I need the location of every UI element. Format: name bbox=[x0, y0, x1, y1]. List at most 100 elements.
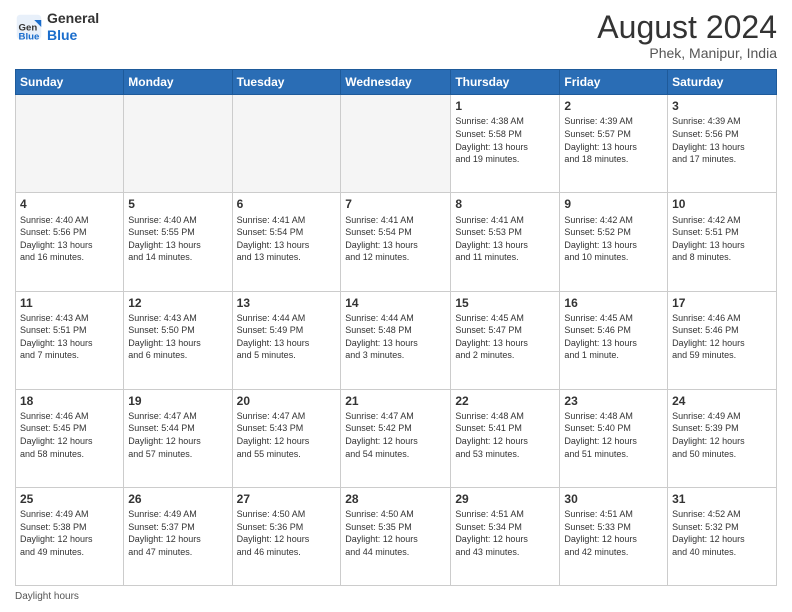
calendar-cell: 9 Sunrise: 4:42 AM Sunset: 5:52 PM Daylig… bbox=[560, 193, 668, 291]
day-info: Sunrise: 4:48 AM Sunset: 5:41 PM Dayligh… bbox=[455, 410, 555, 460]
logo-general: General bbox=[47, 10, 99, 27]
day-number: 10 bbox=[672, 196, 772, 212]
day-number: 26 bbox=[128, 491, 227, 507]
day-info: Sunrise: 4:41 AM Sunset: 5:54 PM Dayligh… bbox=[237, 214, 337, 264]
calendar-cell bbox=[341, 95, 451, 193]
day-number: 1 bbox=[455, 98, 555, 114]
day-number: 9 bbox=[564, 196, 663, 212]
footer: Daylight hours bbox=[15, 591, 777, 602]
day-info: Sunrise: 4:43 AM Sunset: 5:51 PM Dayligh… bbox=[20, 312, 119, 362]
day-info: Sunrise: 4:41 AM Sunset: 5:53 PM Dayligh… bbox=[455, 214, 555, 264]
calendar-week-row: 1Sunrise: 4:38 AM Sunset: 5:58 PM Daylig… bbox=[16, 95, 777, 193]
calendar-cell: 11Sunrise: 4:43 AM Sunset: 5:51 PM Dayli… bbox=[16, 291, 124, 389]
calendar-cell: 23Sunrise: 4:48 AM Sunset: 5:40 PM Dayli… bbox=[560, 389, 668, 487]
day-info: Sunrise: 4:45 AM Sunset: 5:47 PM Dayligh… bbox=[455, 312, 555, 362]
calendar-cell bbox=[16, 95, 124, 193]
day-info: Sunrise: 4:49 AM Sunset: 5:37 PM Dayligh… bbox=[128, 508, 227, 558]
calendar-cell: 28Sunrise: 4:50 AM Sunset: 5:35 PM Dayli… bbox=[341, 487, 451, 585]
day-number: 15 bbox=[455, 295, 555, 311]
day-number: 17 bbox=[672, 295, 772, 311]
day-info: Sunrise: 4:42 AM Sunset: 5:52 PM Dayligh… bbox=[564, 214, 663, 264]
calendar-cell: 20Sunrise: 4:47 AM Sunset: 5:43 PM Dayli… bbox=[232, 389, 341, 487]
calendar-week-row: 18Sunrise: 4:46 AM Sunset: 5:45 PM Dayli… bbox=[16, 389, 777, 487]
calendar-cell: 25Sunrise: 4:49 AM Sunset: 5:38 PM Dayli… bbox=[16, 487, 124, 585]
title-block: August 2024 Phek, Manipur, India bbox=[597, 10, 777, 61]
day-info: Sunrise: 4:40 AM Sunset: 5:55 PM Dayligh… bbox=[128, 214, 227, 264]
day-info: Sunrise: 4:49 AM Sunset: 5:38 PM Dayligh… bbox=[20, 508, 119, 558]
calendar-cell: 17Sunrise: 4:46 AM Sunset: 5:46 PM Dayli… bbox=[668, 291, 777, 389]
weekday-header: Friday bbox=[560, 70, 668, 95]
day-number: 19 bbox=[128, 393, 227, 409]
header: Gen Blue General Blue August 2024 Phek, … bbox=[15, 10, 777, 61]
calendar-cell: 16Sunrise: 4:45 AM Sunset: 5:46 PM Dayli… bbox=[560, 291, 668, 389]
day-info: Sunrise: 4:44 AM Sunset: 5:49 PM Dayligh… bbox=[237, 312, 337, 362]
day-info: Sunrise: 4:46 AM Sunset: 5:45 PM Dayligh… bbox=[20, 410, 119, 460]
calendar-table: SundayMondayTuesdayWednesdayThursdayFrid… bbox=[15, 69, 777, 586]
day-number: 2 bbox=[564, 98, 663, 114]
month-year: August 2024 bbox=[597, 10, 777, 45]
calendar-cell: 21Sunrise: 4:47 AM Sunset: 5:42 PM Dayli… bbox=[341, 389, 451, 487]
day-info: Sunrise: 4:44 AM Sunset: 5:48 PM Dayligh… bbox=[345, 312, 446, 362]
calendar-cell: 29Sunrise: 4:51 AM Sunset: 5:34 PM Dayli… bbox=[451, 487, 560, 585]
calendar-cell: 26Sunrise: 4:49 AM Sunset: 5:37 PM Dayli… bbox=[124, 487, 232, 585]
calendar-week-row: 25Sunrise: 4:49 AM Sunset: 5:38 PM Dayli… bbox=[16, 487, 777, 585]
day-info: Sunrise: 4:42 AM Sunset: 5:51 PM Dayligh… bbox=[672, 214, 772, 264]
day-number: 6 bbox=[237, 196, 337, 212]
day-number: 25 bbox=[20, 491, 119, 507]
day-number: 13 bbox=[237, 295, 337, 311]
calendar-cell: 4Sunrise: 4:40 AM Sunset: 5:56 PM Daylig… bbox=[16, 193, 124, 291]
calendar-cell: 15Sunrise: 4:45 AM Sunset: 5:47 PM Dayli… bbox=[451, 291, 560, 389]
calendar-cell: 3Sunrise: 4:39 AM Sunset: 5:56 PM Daylig… bbox=[668, 95, 777, 193]
day-number: 24 bbox=[672, 393, 772, 409]
weekday-header: Wednesday bbox=[341, 70, 451, 95]
day-info: Sunrise: 4:52 AM Sunset: 5:32 PM Dayligh… bbox=[672, 508, 772, 558]
day-number: 30 bbox=[564, 491, 663, 507]
day-number: 21 bbox=[345, 393, 446, 409]
calendar-cell: 13Sunrise: 4:44 AM Sunset: 5:49 PM Dayli… bbox=[232, 291, 341, 389]
day-number: 18 bbox=[20, 393, 119, 409]
day-number: 3 bbox=[672, 98, 772, 114]
weekday-header: Sunday bbox=[16, 70, 124, 95]
day-info: Sunrise: 4:47 AM Sunset: 5:43 PM Dayligh… bbox=[237, 410, 337, 460]
day-number: 31 bbox=[672, 491, 772, 507]
calendar-week-row: 4Sunrise: 4:40 AM Sunset: 5:56 PM Daylig… bbox=[16, 193, 777, 291]
weekday-header: Saturday bbox=[668, 70, 777, 95]
day-info: Sunrise: 4:49 AM Sunset: 5:39 PM Dayligh… bbox=[672, 410, 772, 460]
day-number: 20 bbox=[237, 393, 337, 409]
logo-blue: Blue bbox=[47, 27, 99, 44]
calendar-cell: 31Sunrise: 4:52 AM Sunset: 5:32 PM Dayli… bbox=[668, 487, 777, 585]
logo-text: General Blue bbox=[47, 10, 99, 44]
day-info: Sunrise: 4:50 AM Sunset: 5:35 PM Dayligh… bbox=[345, 508, 446, 558]
svg-text:Blue: Blue bbox=[19, 31, 40, 41]
day-info: Sunrise: 4:48 AM Sunset: 5:40 PM Dayligh… bbox=[564, 410, 663, 460]
day-info: Sunrise: 4:47 AM Sunset: 5:44 PM Dayligh… bbox=[128, 410, 227, 460]
day-info: Sunrise: 4:50 AM Sunset: 5:36 PM Dayligh… bbox=[237, 508, 337, 558]
day-number: 14 bbox=[345, 295, 446, 311]
footer-label: Daylight hours bbox=[15, 591, 79, 602]
calendar-page: Gen Blue General Blue August 2024 Phek, … bbox=[0, 0, 792, 612]
calendar-cell: 1Sunrise: 4:38 AM Sunset: 5:58 PM Daylig… bbox=[451, 95, 560, 193]
calendar-cell: 6 Sunrise: 4:41 AM Sunset: 5:54 PM Daylig… bbox=[232, 193, 341, 291]
logo-icon: Gen Blue bbox=[15, 13, 43, 41]
day-number: 5 bbox=[128, 196, 227, 212]
calendar-cell: 24Sunrise: 4:49 AM Sunset: 5:39 PM Dayli… bbox=[668, 389, 777, 487]
calendar-cell bbox=[124, 95, 232, 193]
day-info: Sunrise: 4:39 AM Sunset: 5:57 PM Dayligh… bbox=[564, 115, 663, 165]
day-number: 8 bbox=[455, 196, 555, 212]
location: Phek, Manipur, India bbox=[597, 45, 777, 61]
calendar-cell: 14Sunrise: 4:44 AM Sunset: 5:48 PM Dayli… bbox=[341, 291, 451, 389]
day-number: 27 bbox=[237, 491, 337, 507]
day-number: 16 bbox=[564, 295, 663, 311]
day-info: Sunrise: 4:47 AM Sunset: 5:42 PM Dayligh… bbox=[345, 410, 446, 460]
day-number: 22 bbox=[455, 393, 555, 409]
calendar-header-row: SundayMondayTuesdayWednesdayThursdayFrid… bbox=[16, 70, 777, 95]
calendar-cell: 19Sunrise: 4:47 AM Sunset: 5:44 PM Dayli… bbox=[124, 389, 232, 487]
day-info: Sunrise: 4:51 AM Sunset: 5:34 PM Dayligh… bbox=[455, 508, 555, 558]
day-info: Sunrise: 4:40 AM Sunset: 5:56 PM Dayligh… bbox=[20, 214, 119, 264]
weekday-header: Tuesday bbox=[232, 70, 341, 95]
day-info: Sunrise: 4:39 AM Sunset: 5:56 PM Dayligh… bbox=[672, 115, 772, 165]
calendar-cell: 5 Sunrise: 4:40 AM Sunset: 5:55 PM Daylig… bbox=[124, 193, 232, 291]
calendar-cell: 22Sunrise: 4:48 AM Sunset: 5:41 PM Dayli… bbox=[451, 389, 560, 487]
day-info: Sunrise: 4:51 AM Sunset: 5:33 PM Dayligh… bbox=[564, 508, 663, 558]
day-number: 11 bbox=[20, 295, 119, 311]
